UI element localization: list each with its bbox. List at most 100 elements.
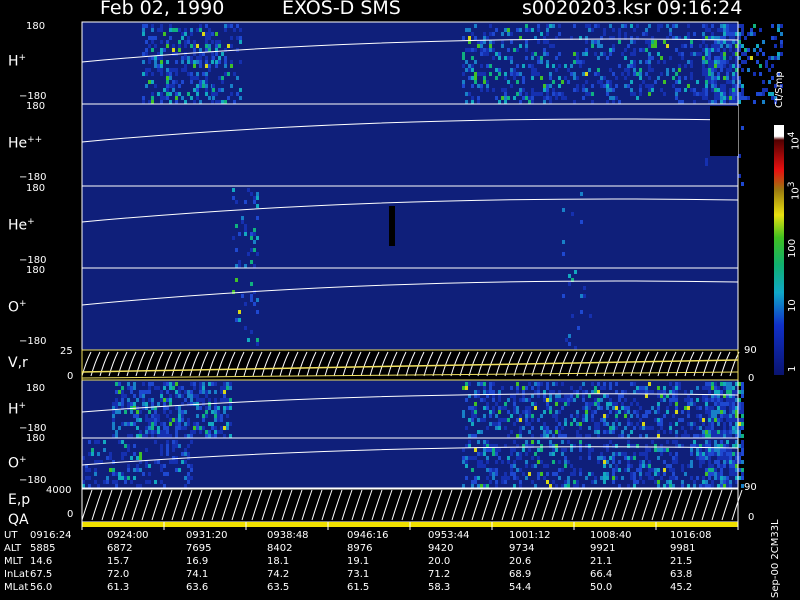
- spectrogram-cell: [184, 452, 187, 456]
- spectrogram-cell: [127, 444, 130, 448]
- spectrogram-cell: [708, 468, 711, 472]
- spectrogram-cell: [489, 390, 492, 394]
- spectrogram-cell: [663, 468, 666, 472]
- spectrogram-cell: [621, 430, 624, 434]
- table-cell: 7695: [186, 543, 212, 554]
- spectrogram-cell: [687, 414, 690, 418]
- spectrogram-cell: [774, 36, 777, 40]
- spectrogram-cell: [166, 398, 169, 402]
- spectrogram-cell: [714, 76, 717, 80]
- spectrogram-cell: [169, 418, 172, 422]
- spectrogram-cell: [666, 44, 669, 48]
- spectrogram-cell: [510, 464, 513, 468]
- spectrogram-cell: [103, 440, 106, 444]
- spectrogram-cell: [675, 430, 678, 434]
- spectrogram-cell: [178, 394, 181, 398]
- spectrogram-cell: [178, 422, 181, 426]
- spectrogram-cell: [741, 32, 744, 36]
- spectrogram-cell: [732, 410, 735, 414]
- spectrogram-cell: [717, 92, 720, 96]
- spectrogram-cell: [477, 452, 480, 456]
- spectrogram-cell: [103, 480, 106, 484]
- spectrogram-cell: [732, 444, 735, 448]
- spectrogram-cell: [732, 24, 735, 28]
- spectrogram-cell: [121, 476, 124, 480]
- spectrogram-cell: [633, 28, 636, 32]
- spectrogram-cell: [507, 434, 510, 438]
- spectrogram-cell: [618, 422, 621, 426]
- spectrogram-cell: [163, 88, 166, 92]
- spectrogram-cell: [660, 426, 663, 430]
- spectrogram-cell: [552, 92, 555, 96]
- spectrogram-cell: [486, 48, 489, 52]
- spectrogram-cell: [573, 60, 576, 64]
- spectrogram-cell: [717, 472, 720, 476]
- spectrogram-cell: [184, 434, 187, 438]
- spectrogram-cell: [612, 422, 615, 426]
- spectrogram-cell: [112, 414, 115, 418]
- spectrogram-cell: [205, 24, 208, 28]
- spectrogram-cell: [136, 410, 139, 414]
- spectrogram-cell: [729, 452, 732, 456]
- spectrogram-cell: [193, 44, 196, 48]
- spectrogram-cell: [630, 64, 633, 68]
- spectrogram-cell: [720, 382, 723, 386]
- spectrogram-cell: [489, 382, 492, 386]
- row-label: ALT: [4, 543, 22, 554]
- spectrogram-cell: [717, 28, 720, 32]
- spectrogram-cell: [567, 484, 570, 488]
- spectrogram-cell: [480, 460, 483, 464]
- spectrogram-cell: [471, 68, 474, 72]
- spectrogram-cell: [178, 468, 181, 472]
- spectrogram-cell: [136, 414, 139, 418]
- spectrogram-cell: [507, 398, 510, 402]
- spectrogram-cell: [537, 28, 540, 32]
- spectrogram-cell: [118, 472, 121, 476]
- spectrogram-cell: [690, 64, 693, 68]
- spectrogram-cell: [88, 476, 91, 480]
- spectrogram-cell: [666, 448, 669, 452]
- spectrogram-cell: [495, 28, 498, 32]
- spectrogram-cell: [696, 52, 699, 56]
- spectrogram-cell: [121, 390, 124, 394]
- spectrogram-cell: [720, 52, 723, 56]
- spectrogram-cell: [666, 68, 669, 72]
- spectrogram-cell: [465, 426, 468, 430]
- spectrogram-cell: [166, 68, 169, 72]
- spectrogram-cell: [504, 406, 507, 410]
- spectrogram-cell: [184, 484, 187, 488]
- spectrogram-cell: [705, 60, 708, 64]
- spectrogram-cell: [226, 426, 229, 430]
- spectrogram-cell: [729, 48, 732, 52]
- spectrogram-cell: [160, 394, 163, 398]
- data-gap: [389, 206, 395, 246]
- spectrogram-cell: [175, 60, 178, 64]
- spectrogram-cell: [555, 484, 558, 488]
- spectrogram-cell: [136, 468, 139, 472]
- spectrogram-cell: [582, 382, 585, 386]
- spectrogram-cell: [636, 410, 639, 414]
- spectrogram-cell: [729, 64, 732, 68]
- spectrogram-cell: [151, 418, 154, 422]
- spectrogram-cell: [465, 386, 468, 390]
- spectrogram-cell: [645, 386, 648, 390]
- spectrogram-cell: [477, 484, 480, 488]
- spectrogram-cell: [696, 426, 699, 430]
- spectrogram-cell: [184, 64, 187, 68]
- spectrogram-cell: [516, 92, 519, 96]
- spectrogram-cell: [597, 44, 600, 48]
- spectrogram-cell: [621, 406, 624, 410]
- spectrogram-cell: [732, 40, 735, 44]
- panel-label-he-plus-plus: He++: [8, 135, 43, 152]
- spectrogram-cell: [717, 434, 720, 438]
- spectrogram-cell: [580, 310, 583, 314]
- spectrogram-cell: [510, 40, 513, 44]
- spectrogram-cell: [477, 84, 480, 88]
- spectrogram-cell: [501, 460, 504, 464]
- spectrogram-cell: [720, 40, 723, 44]
- spectrogram-cell: [588, 68, 591, 72]
- spectrogram-cell: [127, 382, 130, 386]
- spectrogram-cell: [720, 68, 723, 72]
- spectrogram-cell: [468, 418, 471, 422]
- spectrogram-cell: [633, 484, 636, 488]
